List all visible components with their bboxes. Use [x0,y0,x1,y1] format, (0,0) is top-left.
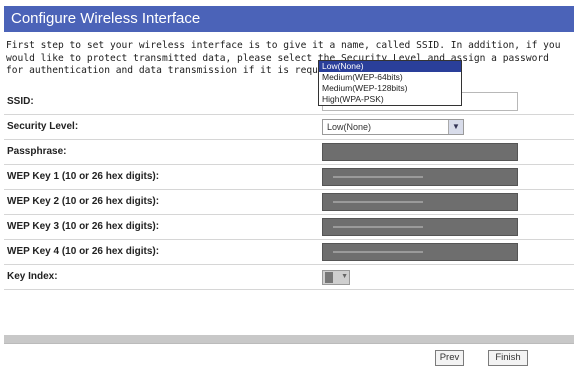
chevron-down-icon[interactable]: ▼ [448,120,463,134]
key-index-row: Key Index: ▼ [4,265,574,290]
security-level-label: Security Level: [7,121,79,132]
security-level-dropdown[interactable]: Low(None) Medium(WEP-64bits) Medium(WEP-… [318,60,462,106]
page-title: Configure Wireless Interface [4,6,574,32]
dropdown-option[interactable]: Low(None) [319,61,461,72]
footer-bar: Prev Finish [4,343,574,368]
wep-key3-field [322,218,518,236]
security-level-selected: Low(None) [327,122,372,132]
settings-table: SSID: RT-N11 Security Level: Low(None) ▼… [4,90,574,290]
prev-button[interactable]: Prev [435,350,464,366]
key-index-select: ▼ [322,270,350,285]
ssid-row: SSID: RT-N11 [4,90,574,115]
configure-wireless-page: Configure Wireless Interface First step … [0,0,578,371]
passphrase-field [322,143,518,161]
dropdown-option[interactable]: High(WPA-PSK) [319,94,461,105]
chevron-down-icon: ▼ [341,273,348,280]
finish-button[interactable]: Finish [488,350,528,366]
wep-key1-label: WEP Key 1 (10 or 26 hex digits): [7,171,160,182]
dropdown-option[interactable]: Medium(WEP-128bits) [319,83,461,94]
key-index-label: Key Index: [7,271,58,282]
wep-key1-row: WEP Key 1 (10 or 26 hex digits): [4,165,574,190]
security-level-select[interactable]: Low(None) ▼ [322,119,464,135]
wep-key3-row: WEP Key 3 (10 or 26 hex digits): [4,215,574,240]
key-index-value [325,272,333,283]
wep-key2-row: WEP Key 2 (10 or 26 hex digits): [4,190,574,215]
bottom-separator [4,335,574,343]
wep-key1-field [322,168,518,186]
masked-value [333,226,423,228]
passphrase-row: Passphrase: [4,140,574,165]
wep-key4-field [322,243,518,261]
masked-value [333,201,423,203]
passphrase-label: Passphrase: [7,146,67,157]
ssid-label: SSID: [7,96,34,107]
dropdown-option[interactable]: Medium(WEP-64bits) [319,72,461,83]
wep-key3-label: WEP Key 3 (10 or 26 hex digits): [7,221,160,232]
wep-key2-field [322,193,518,211]
wep-key4-label: WEP Key 4 (10 or 26 hex digits): [7,246,160,257]
masked-value [333,251,423,253]
wep-key2-label: WEP Key 2 (10 or 26 hex digits): [7,196,160,207]
intro-text: First step to set your wireless interfac… [6,40,561,76]
security-level-row: Security Level: Low(None) ▼ [4,115,574,140]
masked-value [333,176,423,178]
wep-key4-row: WEP Key 4 (10 or 26 hex digits): [4,240,574,265]
